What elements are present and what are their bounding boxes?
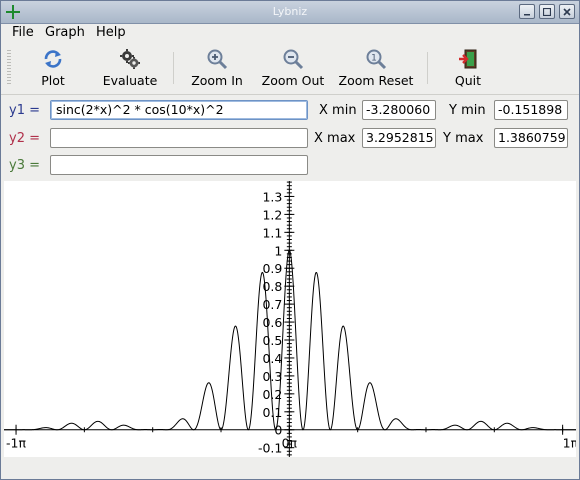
zoom-out-icon [283,49,304,70]
y-tick-label: 1.2 [262,207,282,222]
zoom-in-button[interactable]: Zoom In [188,48,246,90]
y1-input[interactable]: sinc(2*x)^2 * cos(10*x)^2 [50,100,308,120]
toolbar: Plot Evaluate Zoom In Zoom Out 1 Zoom Re… [1,42,579,95]
y-tick-label: -0.1 [258,441,282,456]
zoom-out-button[interactable]: Zoom Out [259,48,327,90]
close-icon [563,7,571,16]
graph-area[interactable]: -0.1 0 0.1 0.2 0.3 0.4 0.5 0.6 0.7 0.8 0.9 1 1.1 1.2 1… [4,181,579,457]
y1-label: y1 = [9,103,40,118]
evaluate-label: Evaluate [102,73,158,88]
function-row-y1: y1 = sinc(2*x)^2 * cos(10*x)^2 X min -3.… [1,98,579,122]
maximize-button[interactable] [539,4,555,19]
y-tick-label: 0.9 [262,261,282,276]
y3-input[interactable] [50,155,308,175]
minimize-button[interactable] [519,4,535,19]
evaluate-button[interactable]: Evaluate [101,48,159,90]
zoom-reset-label: Zoom Reset [338,73,414,88]
x-min-input[interactable]: -3.280060 [362,100,436,120]
refresh-icon [44,50,62,68]
status-bar [1,459,579,479]
y-tick-label: 0.5 [262,333,282,348]
y-tick-label: 0.7 [262,297,282,312]
gears-icon [120,49,140,69]
x-max-input[interactable]: 3.2952815 [362,128,436,148]
y-min-input[interactable]: -0.151898 [494,100,568,120]
y-max-input[interactable]: 1.3860759 [494,128,568,148]
function-row-y2: y2 = X max 3.2952815 Y max 1.3860759 [1,126,579,150]
y-tick-label: 0.4 [262,351,282,366]
x-tick-label: -1π [6,436,26,451]
toolbar-grip[interactable] [7,50,11,84]
y-min-label: Y min [449,103,486,118]
svg-text:1: 1 [371,54,377,64]
window-title: Lybniz [272,5,308,18]
x-tick-label: 1π [563,436,576,451]
quit-button[interactable]: Quit [453,48,483,90]
menu-bar: File Graph Help [1,23,579,42]
y3-label: y3 = [9,158,40,173]
menu-help[interactable]: Help [96,25,126,40]
y-tick-label: 1.3 [262,189,282,204]
maximize-icon [543,7,551,16]
zoom-reset-button[interactable]: 1 Zoom Reset [335,48,417,90]
x-min-label: X min [319,103,357,118]
zoom-in-icon [207,49,228,70]
menu-graph[interactable]: Graph [45,25,85,40]
y2-label: y2 = [9,131,40,146]
zoom-out-label: Zoom Out [261,73,325,88]
y-tick-label: 0.6 [262,315,282,330]
function-row-y3: y3 = [1,153,579,177]
zoom-reset-icon: 1 [366,49,387,70]
app-window: Lybniz File Graph Help Plot Evaluate Zoo… [0,0,580,480]
y2-input[interactable] [50,128,308,148]
quit-label: Quit [454,73,482,88]
title-bar[interactable]: Lybniz [1,1,579,24]
toolbar-separator [173,52,174,84]
x-tick-label: 0π [282,436,298,451]
y-tick-label: 1.1 [262,225,282,240]
graph-canvas[interactable]: -0.100.10.20.30.40.50.60.70.80.911.11.21… [4,181,579,457]
y-tick-label: 1 [274,243,282,258]
exit-door-icon [459,49,477,69]
plot-button[interactable]: Plot [37,48,69,90]
zoom-in-label: Zoom In [191,73,243,88]
menu-file[interactable]: File [12,25,34,40]
close-button[interactable] [559,4,575,19]
y-tick-label: 0.3 [262,369,282,384]
y-max-label: Y max [443,131,484,146]
plot-label: Plot [41,73,65,88]
x-max-label: X max [314,131,356,146]
toolbar-separator [427,52,428,84]
minimize-icon [524,13,530,15]
